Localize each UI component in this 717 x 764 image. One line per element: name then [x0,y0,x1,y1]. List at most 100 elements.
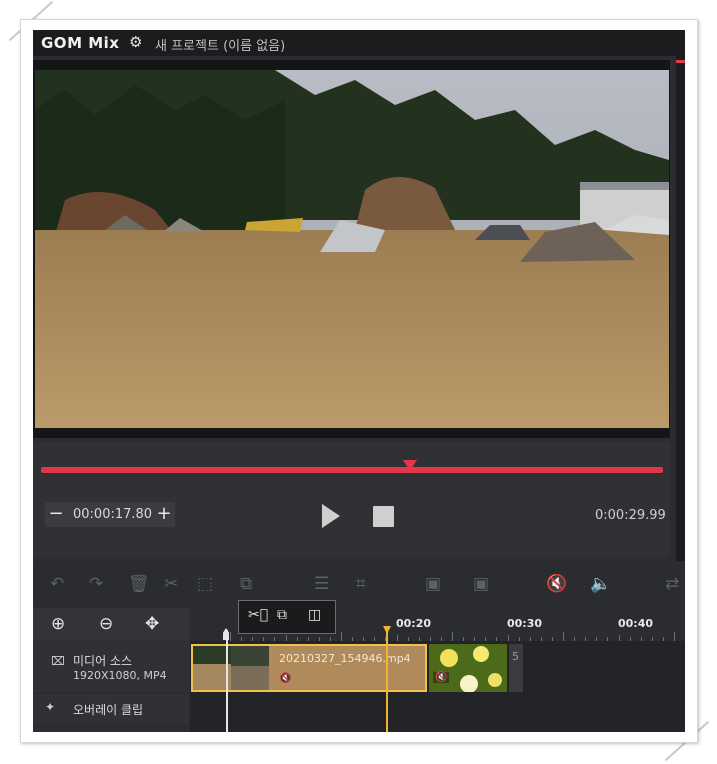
move-icon[interactable]: ✥ [145,614,159,634]
ruler-tick [440,637,442,641]
ruler-tick [274,637,276,641]
split-popup: ✂⃞ ⧉ ◫ [238,600,336,634]
clip-stub[interactable]: 5 [509,644,523,692]
gom-mix-window: GOM Mix ⚙ 새 프로젝트 (이름 없음) − 00:00:17.80 +… [33,30,685,732]
ruler-tick [230,632,231,641]
ruler-tick [529,637,531,641]
media-track-label: 미디어 소스 [73,654,133,668]
ruler-tick [618,635,620,641]
image-clip[interactable]: 🔇 [429,644,507,692]
ruler-tick [496,637,498,641]
mute-icon: 🔇 [433,672,450,683]
ruler-tick [563,632,564,641]
app-logo: GOM Mix [41,34,120,52]
undo-icon[interactable]: ↶ [50,574,64,594]
overlay-track-label: 오버레이 클립 [73,703,144,717]
ruler-tick [329,637,331,641]
ruler-tick [551,637,553,641]
overlay-track-header: ✦ 오버레이 클립 [33,694,189,724]
mute-icon[interactable]: 🔇 [546,574,567,594]
ruler-tick [318,637,320,641]
in-marker-line [226,630,228,732]
seek-bar[interactable] [41,467,663,473]
current-time[interactable]: 00:00:17.80 [73,507,152,522]
play-icon[interactable] [322,504,340,528]
trash-icon[interactable]: 🗑 [128,574,150,594]
media-track-header: ⌧ 미디어 소스 1920X1080, MP4 [33,642,189,692]
ruler-label: 00:40 [618,617,654,630]
ruler-tick [241,637,243,641]
crop-icon[interactable]: ⌗ [356,574,366,594]
seek-knob[interactable] [402,460,417,471]
ruler-tick [574,637,576,641]
adjust-icon[interactable]: ☰ [314,574,329,594]
media-track-info: 1920X1080, MP4 [73,669,167,682]
playhead[interactable] [386,626,388,732]
timecode-plus-button[interactable]: + [153,502,175,527]
clip-name: 20210327_154946.mp4 [279,652,411,665]
split-right-icon[interactable]: ◫ [308,607,321,623]
ruler-tick [307,637,309,641]
split-both-icon[interactable]: ⧉ [277,607,287,623]
ruler-tick [585,637,587,641]
total-duration: 0:00:29.99 [595,508,666,523]
edit-toolbar: ↶ ↷ 🗑 ✂ ⬚ ⧉ ☰ ⌗ ▣ ▣ 🔇 🔈 ⇄ [33,561,685,607]
ruler-tick [607,637,609,641]
ruler-tick [285,635,287,641]
timecode-minus-button[interactable]: − [45,502,67,527]
ruler-tick [252,637,254,641]
ruler-tick [374,637,376,641]
zoom-out-icon[interactable]: ⊖ [99,614,113,634]
gear-icon[interactable]: ⚙ [129,33,142,51]
split-icon[interactable]: ⧉ [240,574,252,594]
clip-stub-label: 5 [512,650,519,663]
zoom-controls: ⊕ ⊖ ✥ [33,608,189,641]
ruler-tick [452,632,453,641]
ruler-tick [662,637,664,641]
track-headers: ⊕ ⊖ ✥ ⌧ 미디어 소스 1920X1080, MP4 ✦ 오버레이 클립 [33,608,189,732]
ruler-tick [596,637,598,641]
ruler-tick [407,637,409,641]
ruler-tick [507,635,509,641]
film-icon: ⌧ [51,654,65,668]
ruler-tick [640,637,642,641]
ruler-tick [463,637,465,641]
mute-icon: 🔇 [279,673,292,684]
right-panel-edge [676,56,685,586]
overlay-icon: ✦ [45,700,56,714]
zoom-in-icon[interactable]: ⊕ [51,614,65,634]
redo-icon[interactable]: ↷ [89,574,103,594]
image-icon-2[interactable]: ▣ [473,574,489,594]
split-left-icon[interactable]: ✂⃞ [248,607,268,623]
image-icon[interactable]: ▣ [425,574,441,594]
ruler-label: 00:30 [507,617,543,630]
project-title: 새 프로젝트 (이름 없음) [155,39,286,54]
video-preview [33,60,670,438]
ruler-label: 00:20 [396,617,432,630]
ruler-tick [363,637,365,641]
timecode-stepper: − 00:00:17.80 + [45,502,175,527]
ruler-tick [518,637,520,641]
cut-icon[interactable]: ✂ [164,574,178,594]
more-icon[interactable]: ⇄ [665,574,679,594]
ruler-tick [296,637,298,641]
clip-thumbnail [193,646,269,690]
video-frame [35,70,669,428]
title-bar: GOM Mix ⚙ 새 프로젝트 (이름 없음) [33,30,685,56]
ruler-tick [396,635,398,641]
playback-controls: − 00:00:17.80 + 0:00:29.99 [33,442,670,557]
ruler-tick [429,637,431,641]
ruler-tick [540,637,542,641]
ruler-tick [341,632,342,641]
ruler-tick [674,632,675,641]
audio-split-icon[interactable]: 🔈 [590,574,611,594]
ruler-tick [474,637,476,641]
ruler-tick [485,637,487,641]
ruler-tick [629,637,631,641]
stop-icon[interactable] [373,506,394,527]
ruler-tick [651,637,653,641]
ruler-tick [418,637,420,641]
ruler-tick [263,637,265,641]
ruler-tick [352,637,354,641]
select-icon[interactable]: ⬚ [197,574,213,594]
